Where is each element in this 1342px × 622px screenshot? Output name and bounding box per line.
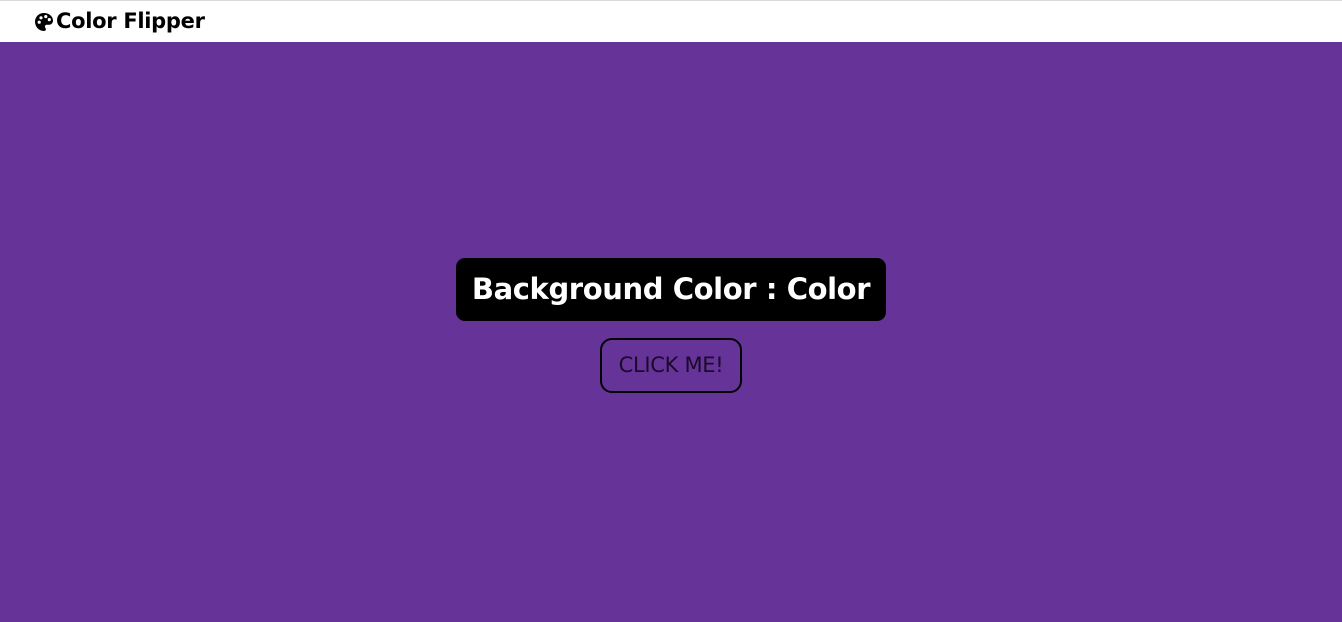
click-me-button[interactable]: CLICK ME! [599,337,743,393]
color-value: Color [786,272,871,306]
color-label-prefix: Background Color : [471,272,787,306]
page: Color Flipper Background Color : Color C… [0,0,1342,622]
navbar: Color Flipper [0,0,1342,42]
brand-link[interactable]: Color Flipper [33,11,205,32]
main-area: Background Color : Color CLICK ME! [0,42,1342,622]
brand-title: Color Flipper [56,9,205,33]
palette-icon [33,11,54,32]
color-label: Background Color : Color [455,257,887,321]
